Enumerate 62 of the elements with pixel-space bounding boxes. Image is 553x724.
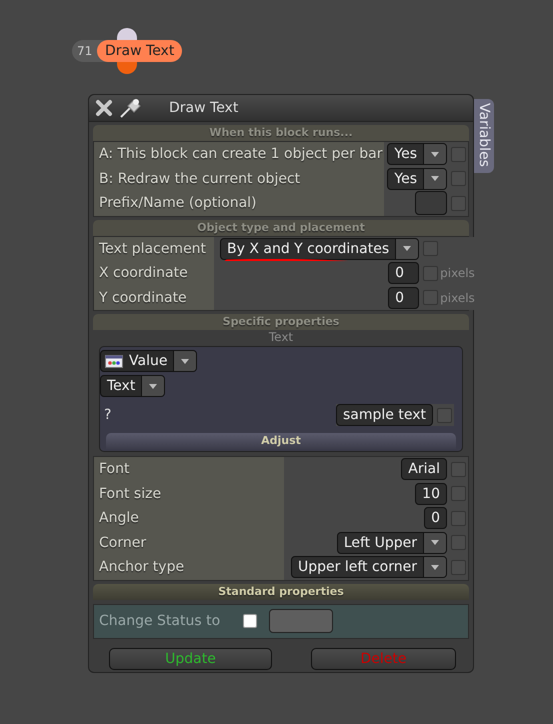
dropdown[interactable]: Text xyxy=(100,375,166,397)
field-label: Change Status to xyxy=(99,613,222,629)
field-label: Font xyxy=(94,457,284,482)
field-label: Y coordinate xyxy=(94,286,214,310)
field-label: Prefix/Name (optional) xyxy=(94,191,384,216)
field-label: Corner xyxy=(94,530,284,555)
field-label: Anchor type xyxy=(94,555,284,580)
block-node[interactable]: Draw Text xyxy=(97,40,182,62)
window-title: Draw Text xyxy=(169,100,238,116)
checkbox[interactable] xyxy=(451,560,466,575)
checkbox[interactable] xyxy=(451,486,466,502)
checkbox[interactable] xyxy=(451,196,466,211)
checkbox[interactable] xyxy=(423,241,438,256)
field-label: Angle xyxy=(94,506,284,530)
close-icon[interactable] xyxy=(95,99,113,117)
dropdown[interactable]: By X and Y coordinates xyxy=(220,238,420,260)
checkbox[interactable] xyxy=(437,408,452,422)
checkbox[interactable] xyxy=(451,535,466,550)
dropdown[interactable]: Yes xyxy=(387,143,447,166)
update-button[interactable]: Update xyxy=(109,648,272,670)
checkbox[interactable] xyxy=(423,266,438,281)
caret-icon xyxy=(181,358,190,364)
field-label: Text placement xyxy=(94,236,214,261)
caret-icon xyxy=(431,176,439,182)
checkbox[interactable] xyxy=(451,462,466,477)
section-header: Object type and placement xyxy=(93,220,469,236)
checkbox[interactable] xyxy=(451,171,466,186)
input-field[interactable]: Arial xyxy=(401,458,447,480)
input-field[interactable] xyxy=(269,609,333,633)
input-field[interactable]: 0 xyxy=(388,262,420,284)
checkbox[interactable] xyxy=(423,290,438,306)
checkbox[interactable] xyxy=(451,146,466,162)
field-label: X coordinate xyxy=(94,261,214,286)
field-label: Font size xyxy=(94,482,284,506)
field-label: A: This block can create 1 object per bar xyxy=(94,142,384,166)
input-field[interactable]: 0 xyxy=(388,286,420,309)
checkbox[interactable] xyxy=(243,614,257,628)
checkbox[interactable] xyxy=(451,510,466,526)
unit-label: pixels xyxy=(440,266,476,280)
input-field[interactable] xyxy=(415,191,447,216)
dropdown[interactable]: Upper left corner xyxy=(291,556,447,578)
caret-icon xyxy=(403,246,412,252)
input-field[interactable]: 10 xyxy=(415,482,447,505)
caret-icon xyxy=(431,564,439,570)
field-label: B: Redraw the current object xyxy=(94,166,384,191)
dropdown[interactable]: Yes xyxy=(387,168,447,190)
section-header: Specific properties xyxy=(93,314,469,330)
side-tab[interactable]: Variables xyxy=(474,99,494,173)
pin-icon[interactable] xyxy=(119,97,143,119)
unit-label: pixels xyxy=(440,290,476,305)
section-header: Standard properties xyxy=(93,584,469,600)
caret-icon xyxy=(431,152,439,157)
input-field[interactable]: 0 xyxy=(424,507,447,530)
field-label: ? xyxy=(104,407,112,423)
adjust-button[interactable]: Adjust xyxy=(106,433,456,449)
value-icon xyxy=(105,354,123,368)
input-field[interactable]: sample text xyxy=(336,404,433,426)
dropdown[interactable]: Left Upper xyxy=(336,532,447,554)
section-header: When this block runs... xyxy=(93,125,469,141)
caret-icon xyxy=(431,540,439,546)
dropdown[interactable]: Value xyxy=(100,350,198,372)
caret-icon xyxy=(149,384,158,388)
